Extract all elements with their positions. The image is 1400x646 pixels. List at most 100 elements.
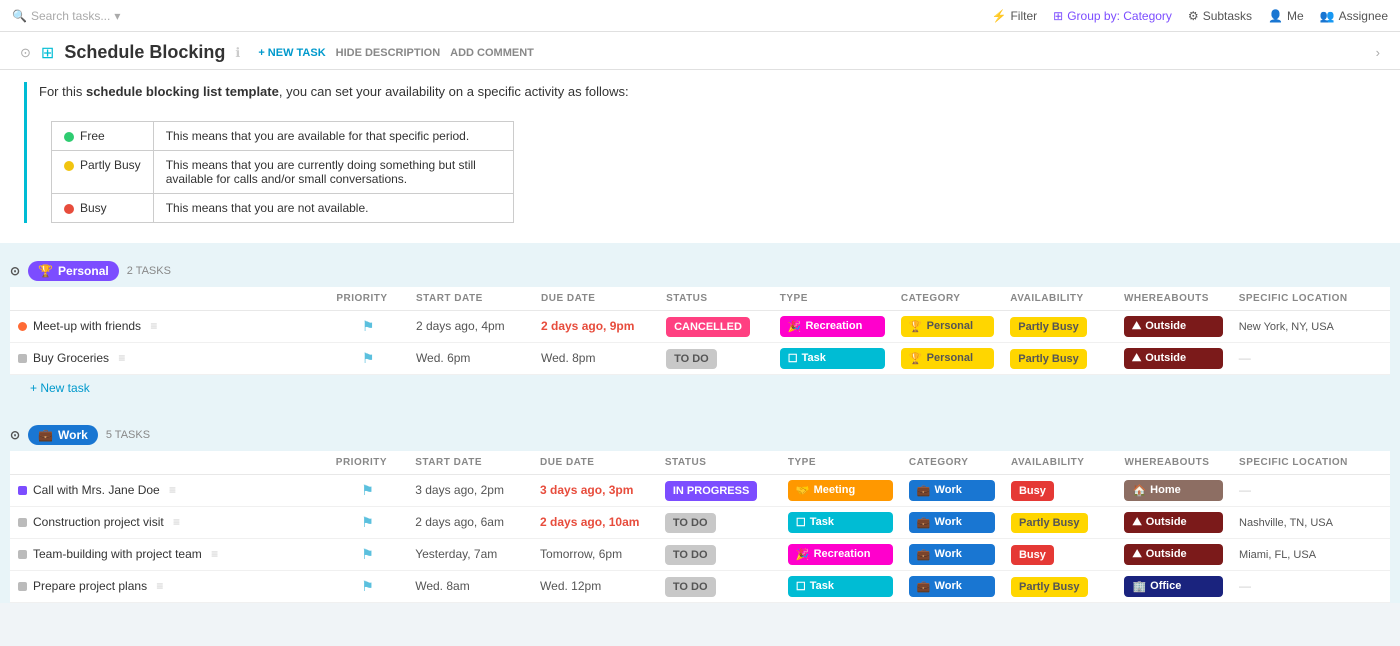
task-name-cell[interactable]: Meet-up with friends ≡	[10, 310, 328, 342]
avail-row-busy: Busy This means that you are not availab…	[52, 193, 514, 222]
subtasks-button[interactable]: ⚙ Subtasks	[1188, 9, 1252, 23]
task-availability[interactable]: Busy	[1003, 474, 1116, 506]
group-personal-chevron[interactable]: ⊙	[10, 264, 20, 278]
task-availability[interactable]: Partly Busy	[1003, 570, 1116, 602]
category-badge: 💼Work	[909, 576, 995, 597]
task-options[interactable]: ≡	[166, 483, 176, 497]
task-name-cell[interactable]: Team-building with project team ≡	[10, 538, 328, 570]
task-start-date: 2 days ago, 6am	[407, 506, 532, 538]
category-icon: 💼	[917, 484, 931, 497]
task-whereabouts[interactable]: ⛰Outside	[1116, 506, 1231, 538]
task-type[interactable]: 🤝Meeting	[780, 474, 901, 506]
task-availability[interactable]: Busy	[1003, 538, 1116, 570]
task-category[interactable]: 💼Work	[901, 506, 1003, 538]
task-location: New York, NY, USA	[1231, 310, 1390, 342]
task-name: Team-building with project team	[33, 547, 202, 561]
task-availability[interactable]: Partly Busy	[1002, 310, 1116, 342]
search-input-label[interactable]: Search tasks...	[31, 9, 110, 23]
task-name-cell[interactable]: Construction project visit ≡	[10, 506, 328, 538]
col-header-location-work: SPECIFIC LOCATION	[1231, 451, 1390, 475]
task-whereabouts[interactable]: 🏢Office	[1116, 570, 1231, 602]
table-row: Call with Mrs. Jane Doe ≡ ⚑ 3 days ago, …	[10, 474, 1390, 506]
main-content: ⊙ 🏆 Personal 2 TASKS PRIORITY START DATE…	[0, 243, 1400, 603]
task-whereabouts[interactable]: ⛰Outside	[1116, 342, 1231, 374]
task-start-date: Wed. 8am	[407, 570, 532, 602]
task-priority[interactable]: ⚑	[328, 310, 408, 342]
whereabouts-icon: ⛰	[1132, 548, 1141, 561]
top-bar: 🔍 Search tasks... ▾ ⚡ Filter ⊞ Group by:…	[0, 0, 1400, 32]
category-icon: 💼	[917, 516, 931, 529]
type-badge: ☐Task	[780, 348, 885, 369]
whereabouts-badge: ⛰Outside	[1124, 316, 1223, 337]
task-category[interactable]: 💼Work	[901, 538, 1003, 570]
dot-green	[64, 132, 74, 142]
flag-icon: ⚑	[361, 482, 374, 498]
task-type[interactable]: 🎉Recreation	[780, 538, 901, 570]
task-options[interactable]: ≡	[115, 351, 125, 365]
task-type[interactable]: 🎉Recreation	[772, 310, 893, 342]
task-due-date: Wed. 12pm	[532, 570, 657, 602]
task-type[interactable]: ☐Task	[780, 570, 901, 602]
task-whereabouts[interactable]: 🏠Home	[1116, 474, 1231, 506]
task-category[interactable]: 💼Work	[901, 570, 1003, 602]
task-status[interactable]: IN PROGRESS	[657, 474, 780, 506]
whereabouts-badge: ⛰Outside	[1124, 544, 1223, 565]
assignee-button[interactable]: 👥 Assignee	[1320, 9, 1388, 23]
task-category[interactable]: 🏆Personal	[893, 310, 1002, 342]
type-badge: 🎉Recreation	[788, 544, 893, 565]
task-status[interactable]: TO DO	[658, 342, 772, 374]
task-due-date: Tomorrow, 6pm	[532, 538, 657, 570]
task-whereabouts[interactable]: ⛰Outside	[1116, 310, 1231, 342]
task-priority[interactable]: ⚑	[328, 342, 408, 374]
hide-desc-action[interactable]: HIDE DESCRIPTION	[336, 47, 441, 59]
description-area: For this schedule blocking list template…	[0, 70, 1400, 243]
task-name-cell[interactable]: Buy Groceries ≡	[10, 342, 328, 374]
task-category[interactable]: 💼Work	[901, 474, 1003, 506]
task-priority[interactable]: ⚑	[328, 538, 407, 570]
task-priority[interactable]: ⚑	[328, 474, 407, 506]
task-whereabouts[interactable]: ⛰Outside	[1116, 538, 1231, 570]
task-availability[interactable]: Partly Busy	[1002, 342, 1116, 374]
task-status[interactable]: CANCELLED	[658, 310, 772, 342]
info-icon[interactable]: ℹ	[235, 45, 240, 61]
task-category[interactable]: 🏆Personal	[893, 342, 1002, 374]
task-options[interactable]: ≡	[208, 547, 218, 561]
table-row: Construction project visit ≡ ⚑ 2 days ag…	[10, 506, 1390, 538]
task-name-cell[interactable]: Prepare project plans ≡	[10, 570, 328, 602]
filter-button[interactable]: ⚡ Filter	[992, 9, 1038, 23]
task-options[interactable]: ≡	[170, 515, 180, 529]
groupby-button[interactable]: ⊞ Group by: Category	[1053, 9, 1172, 23]
task-name-cell[interactable]: Call with Mrs. Jane Doe ≡	[10, 474, 328, 506]
category-icon: 💼	[917, 580, 931, 593]
task-type[interactable]: ☐Task	[772, 342, 893, 374]
search-dropdown-icon[interactable]: ▾	[114, 9, 120, 23]
me-button[interactable]: 👤 Me	[1268, 9, 1304, 23]
task-status[interactable]: TO DO	[657, 570, 780, 602]
group-work-chevron[interactable]: ⊙	[10, 428, 20, 442]
task-start-date: 3 days ago, 2pm	[407, 474, 532, 506]
category-badge: 🏆Personal	[901, 316, 994, 337]
col-header-availability-work: AVAILABILITY	[1003, 451, 1116, 475]
personal-new-task-link[interactable]: + New task	[10, 375, 1390, 401]
status-badge: TO DO	[665, 545, 716, 565]
task-availability[interactable]: Partly Busy	[1003, 506, 1116, 538]
availability-badge: Busy	[1011, 481, 1054, 501]
task-options[interactable]: ≡	[153, 579, 163, 593]
group-personal-header: ⊙ 🏆 Personal 2 TASKS	[10, 253, 1390, 285]
task-bullet	[18, 518, 27, 527]
whereabouts-icon: ⛰	[1132, 516, 1141, 529]
flag-icon: ⚑	[361, 514, 374, 530]
task-priority[interactable]: ⚑	[328, 570, 407, 602]
task-status[interactable]: TO DO	[657, 506, 780, 538]
search-area[interactable]: 🔍 Search tasks... ▾	[12, 9, 120, 23]
task-options[interactable]: ≡	[147, 319, 157, 333]
task-priority[interactable]: ⚑	[328, 506, 407, 538]
collapse-icon[interactable]: ⊙	[20, 45, 31, 61]
col-header-category: CATEGORY	[893, 287, 1002, 311]
task-name: Prepare project plans	[33, 579, 147, 593]
task-status[interactable]: TO DO	[657, 538, 780, 570]
toolbar-right: ⚡ Filter ⊞ Group by: Category ⚙ Subtasks…	[992, 9, 1388, 23]
add-comment-action[interactable]: ADD COMMENT	[450, 47, 534, 59]
task-type[interactable]: ☐Task	[780, 506, 901, 538]
new-task-action[interactable]: + NEW TASK	[258, 47, 325, 59]
